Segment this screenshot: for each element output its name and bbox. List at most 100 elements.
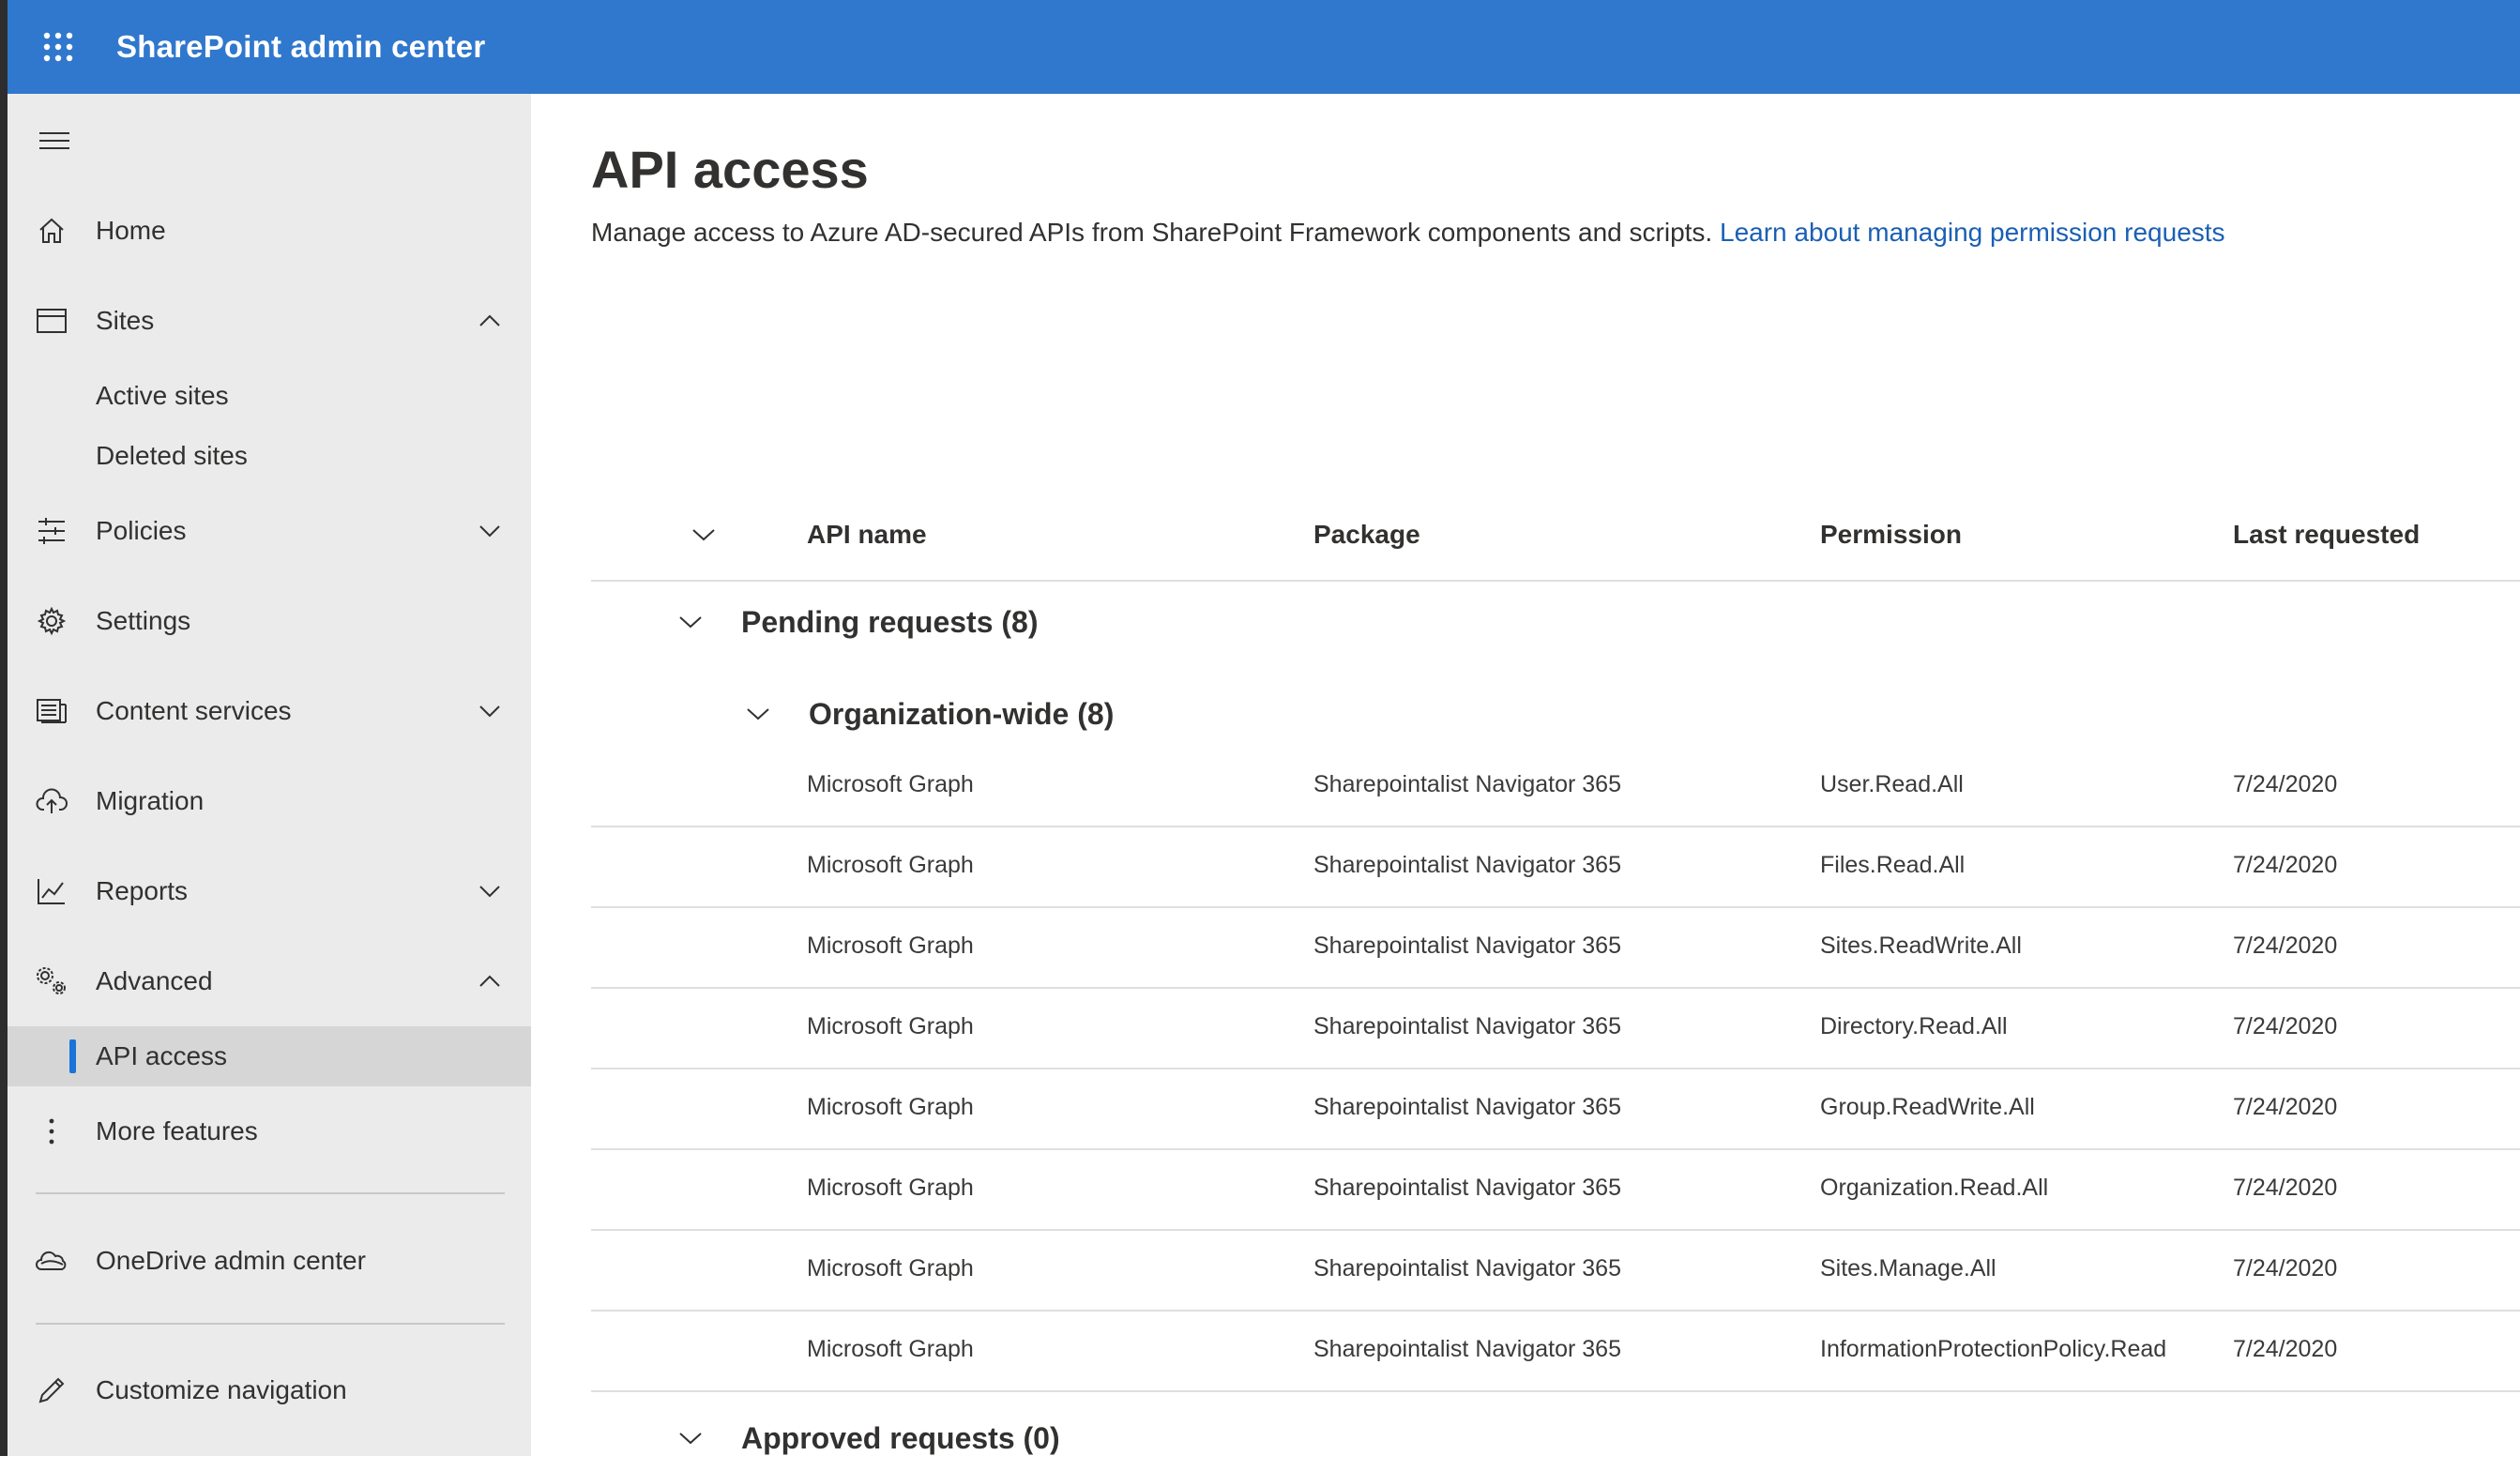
cell-package: Sharepointalist Navigator 365 xyxy=(1313,1255,1621,1281)
group-header-approved[interactable]: Approved requests (0) xyxy=(672,1405,1060,1471)
nav-item-customize-navigation[interactable]: Customize navigation xyxy=(8,1360,531,1420)
cell-last-requested: 7/24/2020 xyxy=(2233,1094,2338,1120)
nav-item-content-services[interactable]: Content services xyxy=(8,681,531,741)
nav-item-reports[interactable]: Reports xyxy=(8,861,531,921)
cell-last-requested: 7/24/2020 xyxy=(2233,1175,2338,1201)
chevron-down-icon[interactable] xyxy=(471,692,509,730)
nav-item-deleted-sites[interactable]: Deleted sites xyxy=(8,426,531,486)
chevron-down-icon[interactable] xyxy=(471,872,509,910)
cell-package: Sharepointalist Navigator 365 xyxy=(1313,933,1621,959)
cell-package: Sharepointalist Navigator 365 xyxy=(1313,1094,1621,1120)
sites-icon xyxy=(34,303,69,339)
nav-label-api-access: API access xyxy=(96,1041,228,1070)
chevron-down-icon[interactable] xyxy=(672,1419,709,1457)
nav-label-active-sites: Active sites xyxy=(96,381,229,410)
nav-label-more-features: More features xyxy=(96,1116,258,1145)
cell-api-name: Microsoft Graph xyxy=(807,1255,974,1281)
nav-label-reports: Reports xyxy=(96,876,189,905)
app-launcher-icon[interactable] xyxy=(28,17,88,77)
column-header-api-name[interactable]: API name xyxy=(807,520,927,550)
cell-package: Sharepointalist Navigator 365 xyxy=(1313,771,1621,797)
cell-permission: Organization.Read.All xyxy=(1820,1175,2049,1201)
group-label-pending: Pending requests (8) xyxy=(741,604,1039,639)
table-row[interactable]: Microsoft Graph Sharepointalist Navigato… xyxy=(591,1229,2520,1312)
cell-permission: User.Read.All xyxy=(1820,771,1964,797)
chevron-down-icon[interactable] xyxy=(471,512,509,550)
chevron-down-icon[interactable] xyxy=(672,603,709,641)
nav-divider xyxy=(36,1323,505,1325)
left-navigation: Home Sites Active sites Deleted sites Po… xyxy=(8,94,531,1456)
chevron-up-icon[interactable] xyxy=(471,963,509,1000)
page-description: Manage access to Azure AD-secured APIs f… xyxy=(591,218,2225,248)
advanced-gears-icon xyxy=(34,963,69,999)
nav-label-content-services: Content services xyxy=(96,696,292,725)
suite-header: SharePoint admin center xyxy=(8,0,2520,94)
nav-item-settings[interactable]: Settings xyxy=(8,591,531,651)
nav-label-sites: Sites xyxy=(96,306,155,335)
cell-package: Sharepointalist Navigator 365 xyxy=(1313,1013,1621,1039)
content-services-icon xyxy=(34,693,69,729)
column-header-permission[interactable]: Permission xyxy=(1820,520,1962,550)
nav-item-more-features[interactable]: More features xyxy=(8,1101,531,1161)
chart-icon xyxy=(34,873,69,909)
nav-label-onedrive-admin: OneDrive admin center xyxy=(96,1246,366,1275)
more-vertical-icon xyxy=(34,1114,69,1149)
policies-icon xyxy=(34,513,69,549)
nav-item-advanced[interactable]: Advanced xyxy=(8,951,531,1011)
nav-item-policies[interactable]: Policies xyxy=(8,501,531,561)
gear-icon xyxy=(34,603,69,639)
table-row[interactable]: Microsoft Graph Sharepointalist Navigato… xyxy=(591,826,2520,908)
nav-label-customize-navigation: Customize navigation xyxy=(96,1375,347,1404)
home-icon xyxy=(34,213,69,249)
cell-api-name: Microsoft Graph xyxy=(807,1094,974,1120)
cell-last-requested: 7/24/2020 xyxy=(2233,1336,2338,1362)
cell-package: Sharepointalist Navigator 365 xyxy=(1313,1336,1621,1362)
table-row[interactable]: Microsoft Graph Sharepointalist Navigato… xyxy=(591,1310,2520,1392)
cell-package: Sharepointalist Navigator 365 xyxy=(1313,852,1621,878)
nav-item-onedrive-admin[interactable]: OneDrive admin center xyxy=(8,1231,531,1291)
cloud-upload-icon xyxy=(34,783,69,819)
nav-item-sites[interactable]: Sites xyxy=(8,291,531,351)
table-row[interactable]: Microsoft Graph Sharepointalist Navigato… xyxy=(591,1068,2520,1150)
cell-permission: Group.ReadWrite.All xyxy=(1820,1094,2035,1120)
main-content: API access Manage access to Azure AD-sec… xyxy=(531,94,2520,1456)
cell-last-requested: 7/24/2020 xyxy=(2233,1013,2338,1039)
nav-item-active-sites[interactable]: Active sites xyxy=(8,366,531,426)
table-row[interactable]: Microsoft Graph Sharepointalist Navigato… xyxy=(591,906,2520,989)
nav-item-home[interactable]: Home xyxy=(8,201,531,261)
cell-api-name: Microsoft Graph xyxy=(807,852,974,878)
cell-api-name: Microsoft Graph xyxy=(807,933,974,959)
nav-item-api-access[interactable]: API access xyxy=(8,1026,531,1086)
collapse-all-chevron-icon[interactable] xyxy=(685,516,722,554)
cell-last-requested: 7/24/2020 xyxy=(2233,933,2338,959)
cell-last-requested: 7/24/2020 xyxy=(2233,1255,2338,1281)
learn-more-link[interactable]: Learn about managing permission requests xyxy=(1720,218,2225,247)
table-header-row: API name Package Permission Last request… xyxy=(591,488,2520,582)
cell-permission: Sites.Manage.All xyxy=(1820,1255,1996,1281)
nav-divider xyxy=(36,1192,505,1194)
nav-item-migration[interactable]: Migration xyxy=(8,771,531,831)
chevron-down-icon[interactable] xyxy=(739,695,777,733)
chevron-up-icon[interactable] xyxy=(471,302,509,340)
onedrive-icon xyxy=(34,1243,69,1279)
cell-permission: Sites.ReadWrite.All xyxy=(1820,933,2022,959)
group-header-organization-wide[interactable]: Organization-wide (8) xyxy=(739,681,1114,747)
cell-api-name: Microsoft Graph xyxy=(807,771,974,797)
app-title[interactable]: SharePoint admin center xyxy=(116,29,485,65)
pencil-icon xyxy=(34,1372,69,1408)
column-header-last-requested[interactable]: Last requested xyxy=(2233,520,2420,550)
table-row[interactable]: Microsoft Graph Sharepointalist Navigato… xyxy=(591,745,2520,827)
window-edge xyxy=(0,0,8,1456)
table-row[interactable]: Microsoft Graph Sharepointalist Navigato… xyxy=(591,1148,2520,1231)
cell-permission: InformationProtectionPolicy.Read xyxy=(1820,1336,2167,1362)
nav-label-home: Home xyxy=(96,216,166,245)
hamburger-menu-icon[interactable] xyxy=(36,122,73,159)
column-header-package[interactable]: Package xyxy=(1313,520,1420,550)
cell-permission: Files.Read.All xyxy=(1820,852,1966,878)
page-title: API access xyxy=(591,140,869,199)
cell-last-requested: 7/24/2020 xyxy=(2233,771,2338,797)
page-description-text: Manage access to Azure AD-secured APIs f… xyxy=(591,218,1713,247)
table-row[interactable]: Microsoft Graph Sharepointalist Navigato… xyxy=(591,987,2520,1069)
cell-api-name: Microsoft Graph xyxy=(807,1013,974,1039)
group-header-pending[interactable]: Pending requests (8) xyxy=(672,589,1039,655)
